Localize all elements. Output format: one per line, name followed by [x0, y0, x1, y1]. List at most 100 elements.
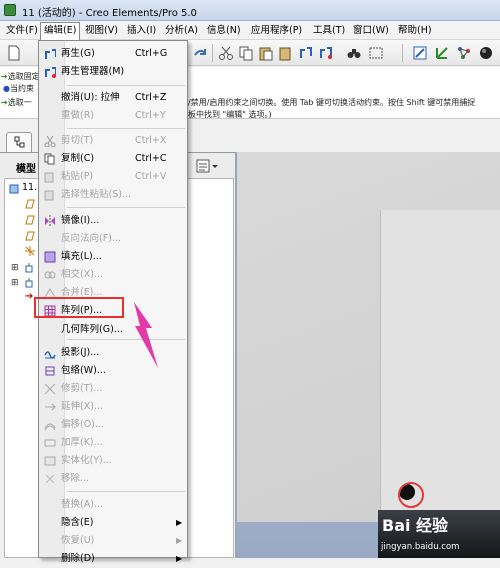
menu-info[interactable]: 信息(N) [204, 23, 244, 38]
menu-item-24[interactable]: 隐含(E) ▶ [39, 514, 187, 532]
paste-icon [44, 172, 54, 183]
menu-insert[interactable]: 插入(I) [124, 23, 159, 38]
menu-item-shortcut: Ctrl+C [135, 153, 167, 164]
paste-special-icon[interactable] [278, 45, 294, 61]
menu-item-label: 再生管理器(M) [61, 66, 125, 77]
message-line-2-tail: /禁用/启用约束之间切换。使用 Tab 键可切换活动约束。按住 Shift 键可… [188, 98, 476, 107]
menu-item-7[interactable]: 选择性粘贴(S)... [39, 186, 187, 204]
paste-icon[interactable] [258, 45, 274, 61]
menu-item-8[interactable]: 镜像(I)... [39, 212, 187, 230]
message-line-1: ➔选取固定 [1, 72, 40, 81]
menu-item-label: 加厚(K)... [61, 437, 103, 448]
menu-item-label: 修剪(T)... [61, 383, 103, 394]
expand-toggle-icon[interactable]: ⊞ [11, 278, 19, 288]
menu-item-25[interactable]: 恢复(U) ▶ [39, 532, 187, 550]
menu-item-26[interactable]: 删除(D) ▶ [39, 550, 187, 568]
menu-item-shortcut: Ctrl+V [135, 171, 167, 182]
menu-item-label: 粘贴(P) [61, 171, 94, 182]
menu-item-label: 镜像(I)... [61, 215, 100, 226]
paste-special-icon [44, 190, 54, 201]
intersect-icon [44, 271, 56, 279]
menu-item-22[interactable]: 移除... [39, 470, 187, 488]
cut-icon[interactable] [218, 45, 234, 61]
regenerate-icon [45, 49, 56, 59]
submenu-arrow-icon: ▶ [176, 554, 183, 563]
menu-item-label: 偏移(O)... [61, 419, 104, 430]
csys-icon[interactable] [434, 45, 450, 61]
select-box-icon[interactable] [368, 45, 384, 61]
solidify-icon [44, 456, 56, 466]
shading-sphere-icon[interactable] [478, 45, 494, 61]
watermark-url: jingyan.baidu.com [381, 542, 460, 552]
submenu-arrow-icon: ▶ [176, 518, 183, 527]
message-line-2: ●当约束 [3, 84, 34, 93]
datum-plane-icon[interactable] [25, 215, 35, 225]
menu-item-label: 相交(X)... [61, 269, 103, 280]
insert-here-arrow-icon[interactable]: ➔ [25, 291, 33, 302]
copy-icon[interactable] [238, 45, 254, 61]
menu-item-0[interactable]: 再生(G) Ctrl+G [39, 45, 187, 63]
redo-arrow-icon[interactable] [192, 45, 208, 61]
menu-analysis[interactable]: 分析(A) [162, 23, 201, 38]
menu-item-11[interactable]: 相交(X)... [39, 266, 187, 284]
menu-item-5[interactable]: 复制(C) Ctrl+C [39, 150, 187, 168]
remove-icon [45, 474, 55, 484]
feature-icon[interactable] [25, 263, 35, 273]
menu-item-label: 隐含(E) [61, 517, 94, 528]
new-file-icon[interactable] [6, 45, 22, 61]
datum-plane-icon[interactable] [25, 231, 35, 241]
toolbar-separator [212, 44, 213, 62]
green-arrow-icon: ➔ [1, 72, 8, 81]
tab-model-tree[interactable] [6, 132, 32, 152]
menu-item-label: 复制(C) [61, 153, 95, 164]
sketch-icon[interactable] [412, 45, 428, 61]
menu-item-4[interactable]: 剪切(T) Ctrl+X [39, 132, 187, 150]
menu-item-1[interactable]: 再生管理器(M) [39, 63, 187, 81]
offset-icon [44, 423, 56, 431]
menu-item-3[interactable]: 重做(R) Ctrl+Y [39, 107, 187, 125]
find-binoculars-icon[interactable] [346, 45, 362, 61]
blue-bullet-icon: ● [3, 84, 10, 93]
menu-view[interactable]: 视图(V) [82, 23, 121, 38]
title-bar: 11 (活动的) - Creo Elements/Pro 5.0 [0, 0, 500, 21]
menu-tools[interactable]: 工具(T) [310, 23, 348, 38]
menu-window[interactable]: 窗口(W) [350, 23, 392, 38]
menu-item-18[interactable]: 延伸(X)... [39, 398, 187, 416]
submenu-arrow-icon: ▶ [176, 536, 183, 545]
datum-network-icon[interactable] [456, 45, 472, 61]
menu-item-20[interactable]: 加厚(K)... [39, 434, 187, 452]
menu-item-shortcut: Ctrl+X [135, 135, 167, 146]
expand-toggle-icon[interactable]: ⊞ [11, 263, 19, 273]
window-title: 11 (活动的) - Creo Elements/Pro 5.0 [22, 8, 197, 19]
csys-icon[interactable] [25, 246, 35, 256]
model-tree-title: 模型 [16, 164, 36, 175]
menu-separator [67, 491, 185, 492]
menu-item-label: 删除(D) [61, 553, 95, 564]
trim-icon [44, 383, 56, 395]
menu-file[interactable]: 文件(F) [3, 23, 41, 38]
model-face [380, 210, 500, 520]
menu-item-10[interactable]: 填充(L)... [39, 248, 187, 266]
menu-item-17[interactable]: 修剪(T)... [39, 380, 187, 398]
menu-item-19[interactable]: 偏移(O)... [39, 416, 187, 434]
menu-item-6[interactable]: 粘贴(P) Ctrl+V [39, 168, 187, 186]
menu-item-23[interactable]: 替换(A)... [39, 496, 187, 514]
menu-item-21[interactable]: 实体化(Y)... [39, 452, 187, 470]
menu-item-2[interactable]: 撤消(U): 拉伸 Ctrl+Z [39, 89, 187, 107]
menu-item-label: 移除... [61, 473, 90, 484]
menu-help[interactable]: 帮助(H) [395, 23, 435, 38]
menu-separator [67, 207, 185, 208]
datum-plane-icon[interactable] [25, 199, 35, 209]
wrap-icon [45, 366, 55, 376]
menu-edit[interactable]: 编辑(E) [40, 22, 81, 40]
regen-manager-icon[interactable] [318, 45, 334, 61]
menu-applications[interactable]: 应用程序(P) [248, 23, 305, 38]
feature-icon[interactable] [25, 278, 35, 288]
tree-settings-icon[interactable] [196, 158, 220, 174]
project-icon [44, 351, 56, 359]
menu-item-9[interactable]: 反向法向(F)... [39, 230, 187, 248]
fill-icon [44, 251, 56, 263]
menu-item-label: 剪切(T) [61, 135, 94, 146]
regenerate-icon[interactable] [298, 45, 314, 61]
menu-item-label: 投影(J)... [61, 347, 100, 358]
